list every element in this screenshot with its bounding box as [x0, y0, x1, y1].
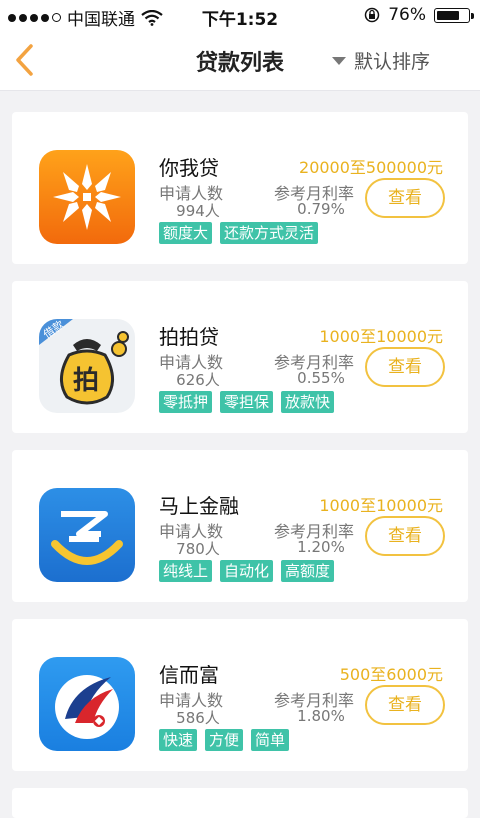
- status-right: 76%: [364, 5, 474, 25]
- feature-tag: 简单: [251, 729, 290, 751]
- tag-list: 快速 方便 简单: [159, 729, 290, 751]
- rate-value: 1.80%: [297, 707, 345, 725]
- rate-value: 1.20%: [297, 538, 345, 556]
- loan-card-xinerfu[interactable]: 信而富 500至6000元 申请人数 参考月利率 586人 1.80% 快速 方…: [12, 619, 468, 771]
- view-button[interactable]: 查看: [365, 516, 445, 556]
- niwodai-logo-icon: [39, 150, 135, 244]
- view-button[interactable]: 查看: [365, 347, 445, 387]
- status-bar: 中国联通 下午1:52 76%: [0, 0, 480, 30]
- feature-tag: 零担保: [220, 391, 274, 413]
- rate-value: 0.79%: [297, 200, 345, 218]
- loan-amount: 500至6000元: [339, 665, 443, 684]
- rate-value: 0.55%: [297, 369, 345, 387]
- sort-dropdown[interactable]: 默认排序: [331, 47, 430, 74]
- rotation-lock-icon: [364, 7, 380, 23]
- loan-name: 你我贷: [159, 156, 219, 180]
- tag-list: 额度大 还款方式灵活: [159, 222, 319, 244]
- applicants-value: 994人: [176, 202, 220, 220]
- tag-list: 纯线上 自动化 高额度: [159, 560, 335, 582]
- loan-card-mashang[interactable]: 马上金融 1000至10000元 申请人数 参考月利率 780人 1.20% 纯…: [12, 450, 468, 602]
- applicants-value: 626人: [176, 371, 220, 389]
- caret-down-icon: [331, 56, 346, 65]
- battery-level: [437, 10, 460, 20]
- nav-bar: 贷款列表 默认排序: [0, 30, 480, 91]
- feature-tag: 纯线上: [159, 560, 213, 582]
- battery-percent: 76%: [388, 5, 426, 25]
- view-button[interactable]: 查看: [365, 685, 445, 725]
- applicants-value: 780人: [176, 540, 220, 558]
- paipaidai-moneybag-icon: 借款 拍: [39, 319, 135, 413]
- loan-name: 马上金融: [159, 494, 239, 518]
- feature-tag: 额度大: [159, 222, 213, 244]
- applicants-value: 586人: [176, 709, 220, 727]
- loan-amount: 1000至10000元: [319, 327, 443, 346]
- feature-tag: 快速: [159, 729, 198, 751]
- sort-label: 默认排序: [353, 51, 430, 73]
- feature-tag: 方便: [205, 729, 244, 751]
- loan-amount: 1000至10000元: [319, 496, 443, 515]
- loan-amount: 20000至500000元: [299, 158, 443, 177]
- view-button[interactable]: 查看: [365, 178, 445, 218]
- loan-card-partial: [12, 788, 468, 818]
- battery-icon: [434, 7, 474, 23]
- xinerfu-logo-icon: [39, 657, 135, 751]
- feature-tag: 高额度: [281, 560, 335, 582]
- loan-name: 拍拍贷: [159, 325, 219, 349]
- loan-card-niwodai[interactable]: 你我贷 20000至500000元 申请人数 参考月利率 994人 0.79% …: [12, 112, 468, 264]
- mashang-logo-icon: [39, 488, 135, 582]
- paipaidai-bag-char: 拍: [73, 366, 99, 396]
- tag-list: 零抵押 零担保 放款快: [159, 391, 335, 413]
- feature-tag: 零抵押: [159, 391, 213, 413]
- loan-card-paipaidai[interactable]: 借款 拍 拍拍贷 1000至10000元 申请人数 参考月利率 626人 0.5…: [12, 281, 468, 433]
- loan-name: 信而富: [159, 663, 219, 687]
- loan-list: 你我贷 20000至500000元 申请人数 参考月利率 994人 0.79% …: [12, 112, 468, 818]
- feature-tag: 还款方式灵活: [220, 222, 319, 244]
- feature-tag: 自动化: [220, 560, 274, 582]
- feature-tag: 放款快: [281, 391, 335, 413]
